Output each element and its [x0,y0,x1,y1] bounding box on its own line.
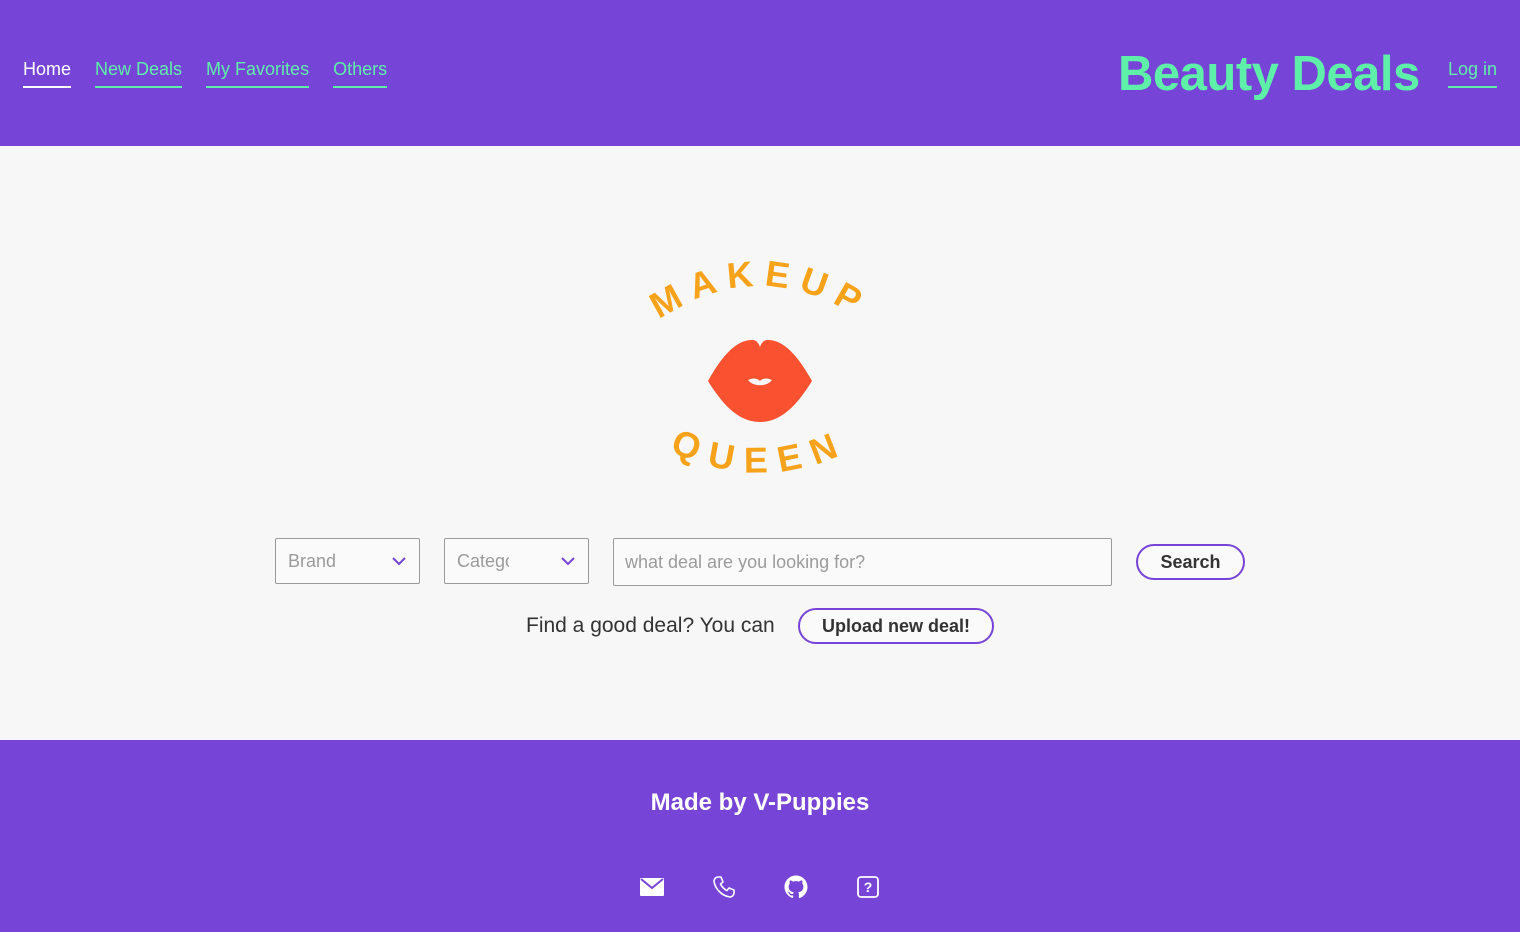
main-nav: Home New Deals My Favorites Others [23,58,388,88]
svg-text:MAKEUP: MAKEUP [643,256,878,326]
upload-prompt-text: Find a good deal? You can [526,614,775,637]
nav-others[interactable]: Others [333,58,388,88]
footer-title: Made by V-Puppies [650,789,870,816]
brand-select[interactable]: Brand [275,538,420,584]
chevron-down-icon [560,553,576,569]
github-icon[interactable] [784,875,808,899]
lips-icon [708,340,812,422]
category-select[interactable]: Category [444,538,589,584]
makeup-queen-logo: MAKEUP QUEEN [643,256,878,481]
footer-icons: ? [640,875,880,899]
nav-home[interactable]: Home [23,58,72,88]
svg-text:QUEEN: QUEEN [666,421,854,481]
header: Home New Deals My Favorites Others Beaut… [0,0,1520,146]
svg-text:?: ? [864,879,873,895]
logo-top-text: MAKEUP [643,256,868,326]
search-input[interactable] [613,538,1112,586]
upload-deal-button[interactable]: Upload new deal! [798,608,994,644]
nav-new-deals[interactable]: New Deals [95,58,183,88]
footer: Made by V-Puppies ? [0,740,1520,932]
phone-icon[interactable] [712,875,736,899]
search-button[interactable]: Search [1136,544,1245,580]
main-content: MAKEUP QUEEN Brand Category Search Find … [0,146,1520,740]
brand-select-label: Brand [288,550,337,571]
login-link[interactable]: Log in [1448,58,1498,88]
mail-icon[interactable] [640,875,664,899]
chevron-down-icon [391,553,407,569]
nav-my-favorites[interactable]: My Favorites [206,58,310,88]
help-icon[interactable]: ? [856,875,880,899]
site-title: Beauty Deals [1118,47,1420,101]
category-select-label: Category [457,550,509,571]
logo-bottom-text: QUEEN [666,421,842,481]
